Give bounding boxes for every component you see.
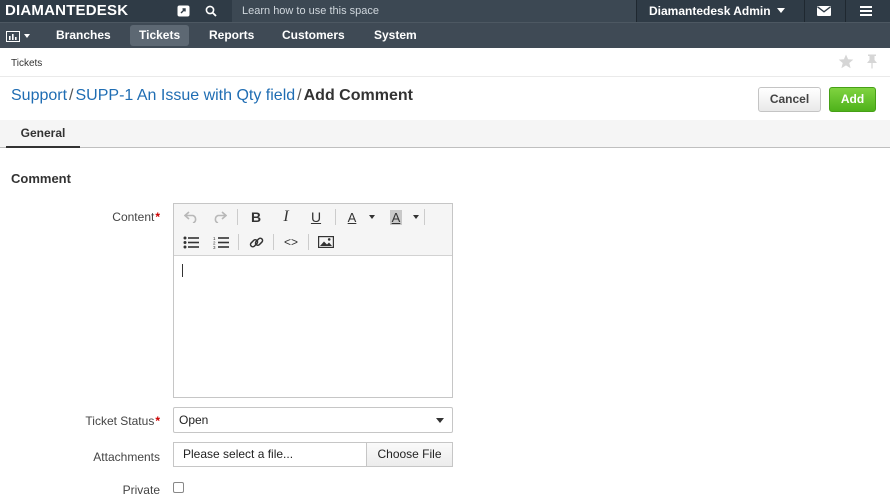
- link-icon[interactable]: [245, 232, 267, 252]
- ticket-status-label-text: Ticket Status: [85, 414, 155, 428]
- star-icon[interactable]: [838, 54, 854, 69]
- background-color-icon[interactable]: A: [385, 207, 407, 227]
- nav-item-reports[interactable]: Reports: [200, 25, 263, 46]
- cancel-button[interactable]: Cancel: [758, 87, 821, 112]
- main-nav: Branches Tickets Reports Customers Syste…: [0, 22, 890, 48]
- page-tools: [838, 54, 878, 69]
- toolbar-separator: [335, 209, 336, 225]
- required-marker: *: [155, 210, 160, 224]
- numbered-list-icon[interactable]: 123: [210, 232, 232, 252]
- search-input[interactable]: Learn how to use this space: [232, 0, 636, 22]
- add-button[interactable]: Add: [829, 87, 876, 112]
- file-input-text[interactable]: Please select a file...: [173, 442, 367, 467]
- redo-icon[interactable]: [209, 207, 231, 227]
- nav-item-tickets[interactable]: Tickets: [130, 25, 190, 46]
- ticket-status-value: Open: [179, 413, 209, 427]
- search-icon[interactable]: [198, 0, 224, 22]
- chevron-down-icon: [24, 34, 30, 38]
- tab-bar: General: [0, 120, 890, 148]
- toolbar-separator: [308, 234, 309, 250]
- undo-icon[interactable]: [180, 207, 202, 227]
- shortcuts-icon[interactable]: [170, 0, 196, 22]
- app-logo[interactable]: DIAMANTEDESK: [0, 0, 160, 22]
- breadcrumb-current: Add Comment: [303, 87, 413, 104]
- dashboard-menu[interactable]: [6, 27, 30, 45]
- private-checkbox[interactable]: [173, 482, 184, 493]
- svg-text:3: 3: [213, 245, 216, 249]
- bg-color-glyph: A: [389, 209, 403, 225]
- logo-arrow: [155, 0, 164, 22]
- underline-icon[interactable]: U: [305, 207, 327, 227]
- image-icon[interactable]: [315, 232, 337, 252]
- chevron-down-icon: [436, 418, 444, 423]
- font-color-icon[interactable]: A: [341, 207, 363, 227]
- bullet-list-icon[interactable]: [180, 232, 202, 252]
- attachments-label: Attachments: [93, 450, 160, 464]
- choose-file-button[interactable]: Choose File: [366, 442, 453, 467]
- page-header: Support / SUPP-1 An Issue with Qty field / A…: [0, 77, 890, 119]
- mail-icon[interactable]: [811, 0, 837, 22]
- private-label: Private: [122, 483, 160, 497]
- breadcrumb-separator: /: [69, 87, 74, 104]
- chevron-down-icon: [776, 8, 785, 13]
- section-title: Comment: [11, 171, 71, 186]
- chevron-down-icon[interactable]: [369, 215, 375, 219]
- toolbar-separator: [424, 209, 425, 225]
- breadcrumb-bar: Tickets: [0, 48, 890, 77]
- text-cursor: [182, 264, 183, 277]
- breadcrumb-link-support[interactable]: Support: [11, 87, 67, 104]
- tab-general[interactable]: General: [6, 120, 80, 148]
- ticket-status-label: Ticket Status*: [10, 414, 160, 428]
- page-title: Support / SUPP-1 An Issue with Qty field / A…: [11, 87, 413, 105]
- nav-item-branches[interactable]: Branches: [47, 25, 120, 46]
- breadcrumb-small[interactable]: Tickets: [11, 58, 42, 69]
- toolbar-separator: [273, 234, 274, 250]
- bold-icon[interactable]: B: [245, 207, 267, 227]
- breadcrumb-separator: /: [297, 87, 302, 104]
- content-editor[interactable]: B I U A A 123 <>: [173, 203, 453, 398]
- pin-icon[interactable]: [866, 54, 878, 69]
- user-menu[interactable]: Diamantedesk Admin: [636, 0, 804, 22]
- top-bar: DIAMANTEDESK Learn how to use this space…: [0, 0, 890, 22]
- user-name: Diamantedesk Admin: [649, 4, 771, 18]
- divider: [804, 0, 805, 22]
- toolbar-separator: [238, 234, 239, 250]
- nav-item-system[interactable]: System: [365, 25, 426, 46]
- content-label: Content*: [10, 210, 160, 224]
- code-icon[interactable]: <>: [280, 232, 302, 252]
- nav-item-customers[interactable]: Customers: [273, 25, 354, 46]
- chevron-down-icon[interactable]: [413, 215, 419, 219]
- divider: [845, 0, 846, 22]
- toolbar-separator: [237, 209, 238, 225]
- breadcrumb-link-ticket[interactable]: SUPP-1 An Issue with Qty field: [76, 87, 296, 104]
- italic-icon[interactable]: I: [275, 207, 297, 227]
- ticket-status-select[interactable]: Open: [173, 407, 453, 433]
- hamburger-menu-icon[interactable]: [853, 0, 879, 22]
- chart-icon: [6, 30, 20, 42]
- editor-toolbar: B I U A A 123 <>: [174, 204, 452, 256]
- required-marker: *: [155, 414, 160, 428]
- content-label-text: Content: [112, 210, 155, 224]
